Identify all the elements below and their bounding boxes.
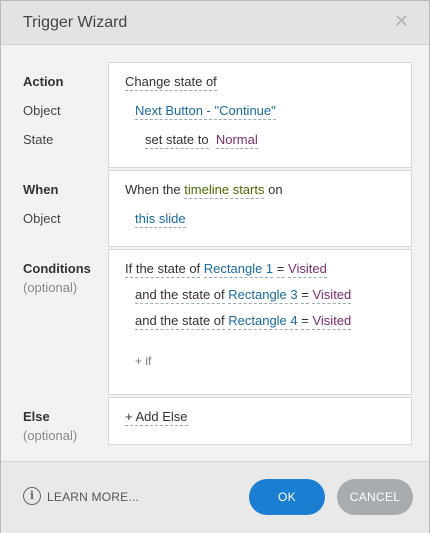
- object-label: Object: [23, 103, 61, 118]
- action-box: Change state of Next Button - "Continue"…: [108, 62, 412, 168]
- else-optional-label: (optional): [23, 428, 78, 443]
- action-type-dropdown[interactable]: Change state of: [125, 74, 217, 91]
- action-object-dropdown[interactable]: Next Button - "Continue": [135, 103, 276, 120]
- conditions-section: Conditions (optional) If the state of Re…: [1, 249, 429, 395]
- condition-operator-dropdown[interactable]: =: [301, 287, 309, 304]
- when-box: When the timeline starts on this slide: [108, 170, 412, 247]
- condition-value-dropdown[interactable]: Visited: [312, 287, 352, 304]
- when-suffix-text: on: [268, 182, 283, 197]
- set-state-to-dropdown[interactable]: set state to: [145, 132, 209, 149]
- condition-row: and the state of Rectangle 4 = Visited: [135, 313, 352, 330]
- state-value-dropdown[interactable]: Normal: [215, 132, 258, 149]
- condition-operator-dropdown[interactable]: =: [301, 313, 309, 330]
- add-if-link[interactable]: + if: [135, 354, 151, 368]
- condition-object-dropdown[interactable]: Rectangle 1: [203, 261, 274, 278]
- action-section: Action Object State Change state of Next…: [1, 62, 429, 168]
- condition-object-dropdown[interactable]: Rectangle 4: [228, 313, 298, 330]
- else-section: Else (optional) + Add Else: [1, 397, 429, 445]
- condition-object-dropdown[interactable]: Rectangle 3: [228, 287, 298, 304]
- condition-value-dropdown[interactable]: Visited: [288, 261, 327, 278]
- condition-value-dropdown[interactable]: Visited: [312, 313, 352, 330]
- cancel-button[interactable]: CANCEL: [337, 479, 413, 515]
- when-label: When: [23, 182, 59, 197]
- else-label: Else: [23, 409, 50, 424]
- when-event-dropdown[interactable]: timeline starts: [184, 182, 265, 199]
- when-object-dropdown[interactable]: this slide: [135, 211, 186, 228]
- condition-row: If the state of Rectangle 1 = Visited: [125, 261, 327, 278]
- ok-button[interactable]: OK: [249, 479, 325, 515]
- learn-more-link[interactable]: LEARN MORE...: [47, 490, 139, 504]
- condition-row: and the state of Rectangle 3 = Visited: [135, 287, 352, 304]
- conditions-optional-label: (optional): [23, 280, 78, 295]
- info-icon[interactable]: i: [23, 487, 41, 505]
- add-else-link[interactable]: + Add Else: [125, 409, 188, 426]
- trigger-wizard-dialog: Trigger Wizard ✕ Action Object State Cha…: [0, 0, 430, 533]
- when-object-label: Object: [23, 211, 61, 226]
- title-bar: Trigger Wizard ✕: [1, 1, 429, 45]
- dialog-title: Trigger Wizard: [23, 14, 128, 31]
- conditions-label: Conditions: [23, 261, 91, 276]
- when-section: When Object When the timeline starts on …: [1, 170, 429, 247]
- conditions-box: If the state of Rectangle 1 = Visited an…: [108, 249, 412, 395]
- state-label: State: [23, 132, 54, 147]
- condition-prefix-dropdown[interactable]: If the state of: [125, 261, 201, 278]
- condition-operator-dropdown[interactable]: =: [276, 261, 285, 278]
- when-prefix-text: When the: [125, 182, 181, 197]
- dialog-footer: i LEARN MORE... OK CANCEL: [1, 461, 429, 533]
- condition-prefix-dropdown[interactable]: and the state of: [135, 287, 225, 304]
- else-box: + Add Else: [108, 397, 412, 445]
- action-label: Action: [23, 74, 64, 89]
- condition-prefix-dropdown[interactable]: and the state of: [135, 313, 225, 330]
- close-icon[interactable]: ✕: [394, 12, 409, 30]
